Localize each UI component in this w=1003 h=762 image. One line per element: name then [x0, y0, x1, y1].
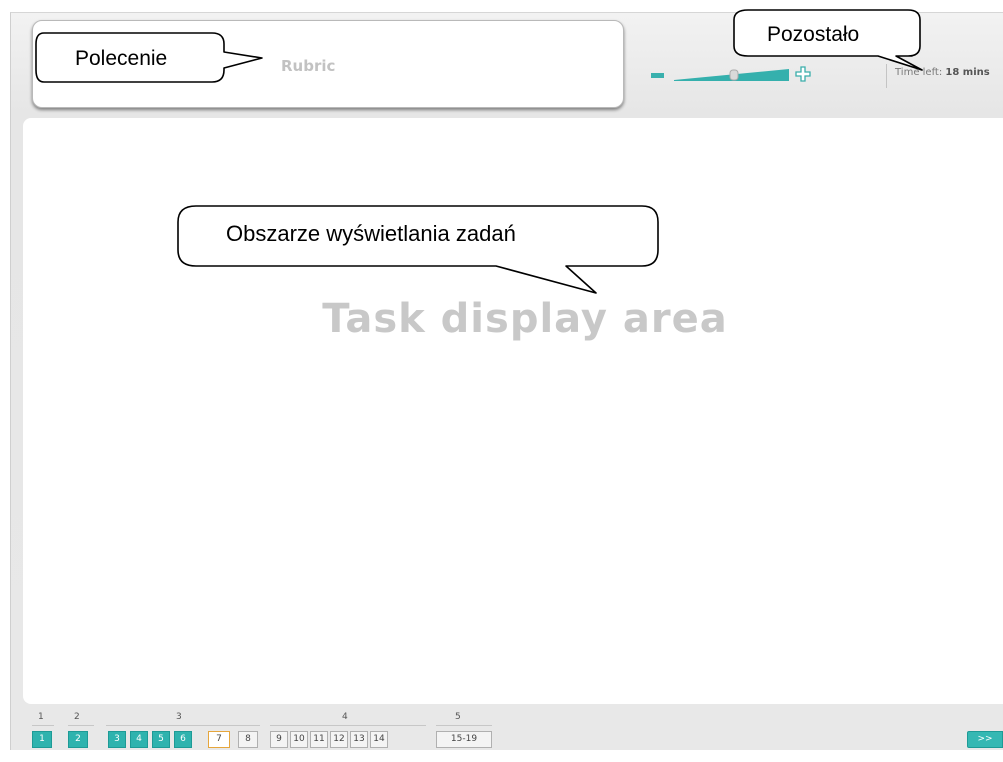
section-divider: [270, 725, 426, 726]
section-label: 2: [74, 712, 80, 722]
section-label: 4: [342, 712, 348, 722]
question-button-10[interactable]: 10: [290, 731, 308, 748]
section-label: 3: [176, 712, 182, 722]
question-button-4[interactable]: 4: [130, 731, 148, 748]
next-section-button[interactable]: >>: [967, 731, 1003, 748]
question-button-9[interactable]: 9: [270, 731, 288, 748]
question-button-5[interactable]: 5: [152, 731, 170, 748]
section-divider: [68, 725, 94, 726]
callout-task-area-text: Obszarze wyświetlania zadań: [226, 221, 516, 246]
question-button-3[interactable]: 3: [108, 731, 126, 748]
section-label: 5: [455, 712, 461, 722]
question-button-7[interactable]: 7: [208, 731, 230, 748]
question-button-12[interactable]: 12: [330, 731, 348, 748]
section-divider: [106, 725, 260, 726]
question-button-2[interactable]: 2: [68, 731, 88, 748]
question-button-13[interactable]: 13: [350, 731, 368, 748]
section-divider: [32, 725, 54, 726]
question-button-1[interactable]: 1: [32, 731, 52, 748]
question-button-8[interactable]: 8: [238, 731, 258, 748]
question-button-14[interactable]: 14: [370, 731, 388, 748]
question-button-15-19[interactable]: 15-19: [436, 731, 492, 748]
question-button-6[interactable]: 6: [174, 731, 192, 748]
question-button-11[interactable]: 11: [310, 731, 328, 748]
section-label: 1: [38, 712, 44, 722]
section-divider: [436, 725, 492, 726]
